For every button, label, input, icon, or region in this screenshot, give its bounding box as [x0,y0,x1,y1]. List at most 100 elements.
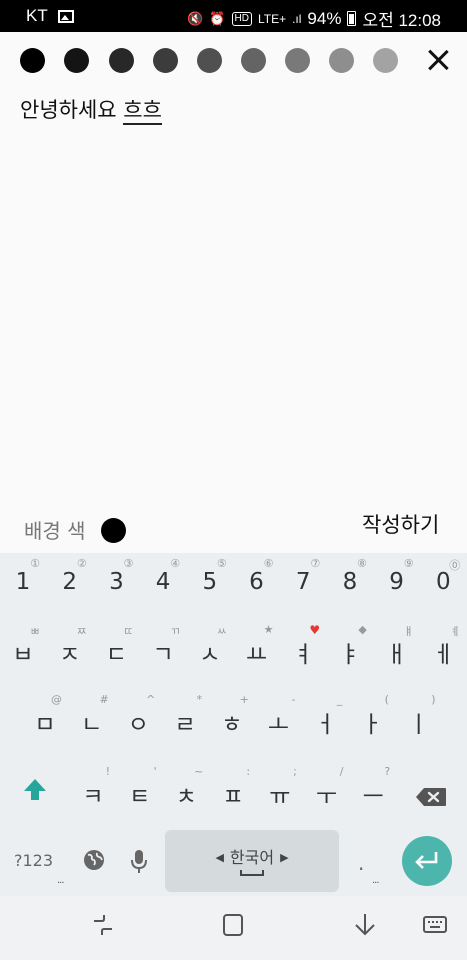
keyboard-key[interactable]: # ㄴ [69,689,115,749]
enter-icon[interactable] [402,836,452,886]
space-key[interactable]: ◀ 한국어 ▶ [165,830,339,892]
keyboard: ①1②2③3④4⑤5⑥6⑦7⑧8⑨9⓪0 ㅃㅂㅉㅈㄸㄷㄲㄱㅆㅅ ★ ㅛ ♥ ㅕ ◆ ㅑㅒㅐㅖ… [0,553,467,896]
color-swatch[interactable] [285,48,310,73]
keyboard-key[interactable]: ⑦7 [280,553,326,613]
memo-text-area[interactable]: 안녕하세요 흐흐 [20,94,162,125]
key-label: ㅕ [292,642,314,668]
keyboard-row-letters: ! ㅋ ' ㅌ ~ ㅊ: ㅍ; ㅠ / ㅜ? ㅡ [0,761,467,821]
keyboard-key[interactable]: ♥ ㅕ [280,619,326,679]
space-bar-icon [240,870,264,876]
keyboard-key[interactable]: ㄲㄱ [140,619,186,679]
key-label: 7 [295,569,311,595]
key-label: 9 [389,569,404,595]
more-dots-icon: ... [372,875,379,886]
keyboard-key[interactable]: :ㅍ [210,761,256,821]
keyboard-key[interactable]: * ㄹ [162,689,208,749]
home-icon[interactable] [220,912,250,942]
color-swatch[interactable] [241,48,266,73]
keyboard-icon[interactable] [422,912,452,942]
key-label: ㅅ [199,642,221,668]
keyboard-key[interactable]: + ㅎ [209,689,255,749]
color-swatch[interactable] [153,48,178,73]
carrier-label: KT [26,6,48,25]
backspace-icon[interactable] [415,787,447,807]
battery-percent: 94% [307,8,342,28]
write-button[interactable]: 작성하기 [362,509,439,539]
background-color-swatch[interactable] [101,518,126,543]
microphone-icon[interactable] [130,849,148,875]
keyboard-key[interactable]: / ㅜ [304,761,350,821]
symbols-key[interactable]: ?123 [14,851,53,870]
language-prev-icon: ◀ [215,851,224,864]
keyboard-key[interactable]: ⑧8 [327,553,373,613]
keyboard-key[interactable]: ~ ㅊ [163,761,209,821]
color-swatch[interactable] [64,48,89,73]
keyboard-key[interactable]: ㅆㅅ [187,619,233,679]
key-label: ㅍ [222,784,244,810]
color-swatch[interactable] [197,48,222,73]
key-label: 5 [202,569,218,595]
recent-apps-icon[interactable] [90,912,120,942]
color-swatch[interactable] [329,48,354,73]
alarm-icon: ⏰ [209,10,226,26]
key-label: 6 [249,569,264,595]
key-label: ㅇ [127,712,149,738]
keyboard-key[interactable]: ? ㅡ [350,761,396,821]
keyboard-key[interactable]: ! ㅋ [70,761,116,821]
keyboard-key[interactable]: (ㅏ [349,689,395,749]
keyboard-key[interactable]: ' ㅌ [117,761,163,821]
keyboard-key[interactable]: ★ ㅛ [234,619,280,679]
color-palette [20,48,400,76]
key-label: 1 [15,569,31,595]
keyboard-key[interactable]: ㅉㅈ [47,619,93,679]
key-label: ㄷ [105,642,127,668]
gallery-icon [57,9,74,23]
keyboard-key[interactable]: @ ㅁ [22,689,68,749]
keyboard-key[interactable]: ②2 [47,553,93,613]
keyboard-key[interactable]: ⓪0 [420,553,466,613]
key-label: ㅑ [339,642,361,668]
key-label: ㅊ [175,784,197,810]
key-label: 4 [155,569,171,595]
keyboard-key[interactable]: ㅖㅔ [420,619,466,679]
key-label: 2 [62,569,77,595]
keyboard-row-bottom: ! ㅋ ' ㅌ ~ ㅊ: ㅍ; ㅠ / ㅜ? ㅡ [0,761,467,821]
key-label: ㅓ [314,712,336,738]
keyboard-key[interactable]: ) ㅣ [396,689,442,749]
language-next-icon: ▶ [280,851,289,864]
keyboard-key[interactable]: ㅒㅐ [374,619,420,679]
keyboard-key[interactable]: _ ㅓ [302,689,348,749]
key-label: ㅋ [82,784,104,810]
key-label: ㅛ [245,642,268,668]
keyboard-key[interactable]: ③3 [93,553,139,613]
lte-label: LTE+ [257,11,287,26]
keyboard-key[interactable]: ㅃㅂ [0,619,46,679]
color-swatch[interactable] [20,48,45,73]
key-label: ㅔ [432,642,454,668]
globe-icon[interactable] [82,849,106,873]
back-icon[interactable] [352,912,382,942]
period-key[interactable]: . [358,851,364,875]
battery-icon [347,11,357,26]
keyboard-key[interactable]: ①1 [0,553,46,613]
keyboard-key[interactable]: ◆ ㅑ [327,619,373,679]
key-label: ㅌ [129,784,151,810]
memo-text: 안녕하세요 [20,98,124,122]
color-swatch[interactable] [109,48,134,73]
keyboard-key[interactable]: -ㅗ [256,689,302,749]
keyboard-key[interactable]: ㄸㄷ [93,619,139,679]
key-label: 3 [109,569,124,595]
background-color-label: 배경 색 [24,519,86,543]
close-icon[interactable] [424,46,452,74]
key-label: ㅣ [408,712,430,738]
more-dots-icon: ... [57,875,64,886]
status-bar: KT 🔇 ⏰ HD LTE+ .ıl 94% 오전 12:08 [0,0,467,32]
keyboard-key[interactable]: ; ㅠ [257,761,303,821]
keyboard-key[interactable]: ④4 [140,553,186,613]
clock: 오전 12:08 [362,11,441,30]
color-swatch[interactable] [373,48,398,73]
keyboard-key[interactable]: ^ ㅇ [115,689,161,749]
keyboard-key[interactable]: ⑥6 [234,553,280,613]
keyboard-key[interactable]: ⑨9 [374,553,420,613]
keyboard-key[interactable]: ⑤5 [187,553,233,613]
